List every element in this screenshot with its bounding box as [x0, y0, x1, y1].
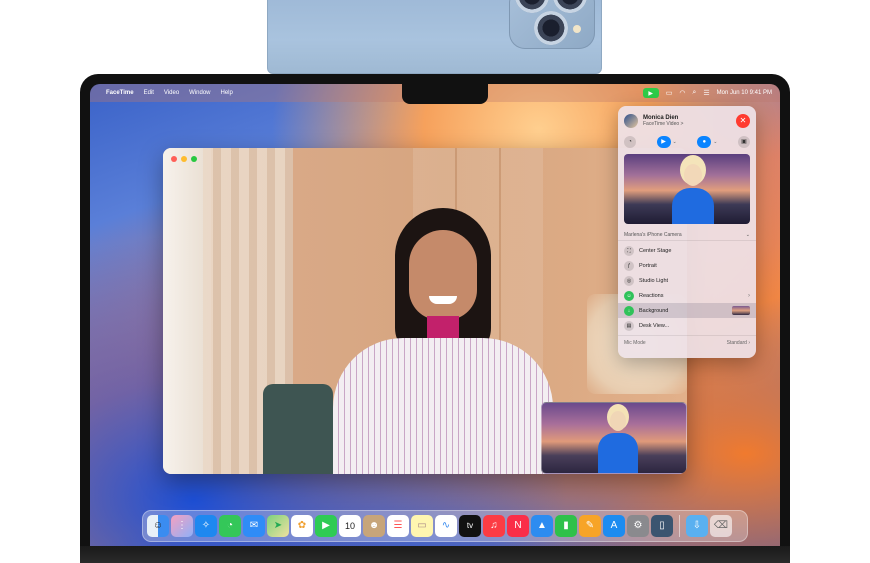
menu-video[interactable]: Video: [164, 90, 179, 96]
option-label: Studio Light: [639, 277, 669, 284]
battery-icon[interactable]: ▭: [666, 89, 673, 97]
facetime-window: [163, 148, 687, 474]
menu-app-name[interactable]: FaceTime: [106, 90, 134, 96]
menu-edit[interactable]: Edit: [144, 90, 154, 96]
numbers-icon[interactable]: ▮: [555, 515, 577, 537]
mic-mode-value: Standard: [726, 340, 747, 346]
video-toggle-button[interactable]: ▶: [656, 136, 671, 148]
portrait-icon: ƒ: [624, 260, 634, 271]
calendar-icon[interactable]: 10: [339, 515, 361, 537]
remote-participant-video: [313, 208, 573, 474]
screen-share-icon[interactable]: ▣: [738, 136, 750, 148]
background-icon: ↓: [624, 305, 634, 316]
stage: FaceTime Edit Video Window Help ▶ ▭ ◠ ⌕ …: [0, 0, 870, 563]
option-reactions[interactable]: ☺ Reactions ›: [618, 288, 756, 303]
camera-source-label: Marlena's iPhone Camera: [624, 232, 682, 238]
trash-icon[interactable]: ⌫: [710, 515, 732, 537]
iphone-mirroring-icon[interactable]: ▯: [651, 515, 673, 537]
dock-separator: [679, 515, 680, 537]
chevron-right-icon: ›: [748, 292, 750, 299]
reminders-icon[interactable]: ☰: [387, 515, 409, 537]
downloads-folder-icon[interactable]: ⇩: [686, 515, 708, 537]
option-label: Desk View...: [639, 322, 670, 329]
control-center-icon[interactable]: ☰: [703, 89, 709, 97]
messages-icon[interactable]: ◔: [219, 515, 241, 537]
camera-lens-icon: [515, 0, 549, 13]
mic-mode-label: Mic Mode: [624, 340, 646, 346]
macbook: FaceTime Edit Video Window Help ▶ ▭ ◠ ⌕ …: [80, 74, 790, 563]
notes-icon[interactable]: ▭: [411, 515, 433, 537]
flash-icon: [573, 25, 581, 33]
center-stage-icon: ⛶: [624, 245, 634, 256]
fullscreen-window-button[interactable]: [191, 156, 197, 162]
maps-icon[interactable]: ➤: [267, 515, 289, 537]
self-view-pip[interactable]: [541, 402, 687, 474]
chevron-down-icon[interactable]: ⌄: [713, 139, 717, 145]
call-type-link[interactable]: FaceTime Video >: [643, 121, 736, 127]
calendar-day: 10: [344, 521, 355, 531]
option-studio-light[interactable]: ◎ Studio Light: [618, 273, 756, 288]
option-portrait[interactable]: ƒ Portrait: [618, 258, 756, 273]
wifi-icon[interactable]: ◠: [679, 89, 685, 97]
option-label: Portrait: [639, 262, 657, 269]
window-controls: [171, 156, 197, 162]
option-label: Center Stage: [639, 247, 672, 254]
macbook-base: [80, 546, 790, 563]
camera-source-header[interactable]: Marlena's iPhone Camera ⌄: [618, 226, 756, 241]
option-background[interactable]: ↓ Background: [618, 303, 756, 318]
reactions-icon: ☺: [624, 290, 634, 301]
desk-view-icon: ▤: [624, 320, 634, 331]
screen: FaceTime Edit Video Window Help ▶ ▭ ◠ ⌕ …: [90, 84, 780, 546]
menu-window[interactable]: Window: [189, 90, 210, 96]
finder-icon[interactable]: ☺: [147, 515, 169, 537]
music-icon[interactable]: ♫: [483, 515, 505, 537]
system-settings-icon[interactable]: ⚙: [627, 515, 649, 537]
avatar: [624, 114, 638, 128]
iphone-camera-bump: [509, 0, 595, 49]
camera-lens-icon: [534, 11, 568, 45]
call-header: Monica Dien FaceTime Video > ✕: [618, 106, 756, 132]
facetime-call-panel: Monica Dien FaceTime Video > ✕ ◔ ▶ ⌄ ● ⌄: [618, 106, 756, 358]
photos-icon[interactable]: ✿: [291, 515, 313, 537]
background-thumbnail[interactable]: [732, 306, 750, 315]
keynote-icon[interactable]: ▲: [531, 515, 553, 537]
close-window-button[interactable]: [171, 156, 177, 162]
call-controls: ◔ ▶ ⌄ ● ⌄ ▣: [618, 132, 756, 152]
menu-bar-status: ▶ ▭ ◠ ⌕ ☰ Mon Jun 10 9:41 PM: [642, 88, 772, 98]
option-desk-view[interactable]: ▤ Desk View...: [618, 318, 756, 333]
chevron-down-icon[interactable]: ⌄: [673, 139, 677, 145]
dock: ☺ ⋮ ✧ ◔ ✉ ➤ ✿ ▶ 10 ☻ ☰ ▭ ∿ tv ♫ N ▲ ▮ ✎ …: [142, 510, 748, 542]
message-icon[interactable]: ◔: [624, 136, 636, 148]
tv-label: tv: [466, 521, 474, 530]
minimize-window-button[interactable]: [181, 156, 187, 162]
microphone-toggle-button[interactable]: ●: [697, 136, 712, 148]
app-store-icon[interactable]: A: [603, 515, 625, 537]
mic-mode-row[interactable]: Mic Mode Standard ›: [618, 335, 756, 350]
camera-lens-icon: [553, 0, 587, 13]
option-label: Reactions: [639, 292, 664, 299]
camera-in-use-icon[interactable]: ▶: [642, 88, 659, 98]
search-icon[interactable]: ⌕: [692, 89, 696, 97]
chevron-right-icon: ›: [748, 340, 750, 346]
launchpad-icon[interactable]: ⋮: [171, 515, 193, 537]
tv-icon[interactable]: tv: [459, 515, 481, 537]
option-label: Background: [639, 307, 669, 314]
news-icon[interactable]: N: [507, 515, 529, 537]
end-call-button[interactable]: ✕: [736, 114, 750, 128]
safari-icon[interactable]: ✧: [195, 515, 217, 537]
facetime-icon[interactable]: ▶: [315, 515, 337, 537]
studio-light-icon: ◎: [624, 275, 634, 286]
mail-icon[interactable]: ✉: [243, 515, 265, 537]
contacts-icon[interactable]: ☻: [363, 515, 385, 537]
menu-clock[interactable]: Mon Jun 10 9:41 PM: [717, 90, 772, 96]
iphone-device: [267, 0, 602, 74]
option-center-stage[interactable]: ⛶ Center Stage: [618, 243, 756, 258]
camera-preview: [624, 154, 750, 224]
pages-icon[interactable]: ✎: [579, 515, 601, 537]
menu-help[interactable]: Help: [221, 90, 233, 96]
chevron-down-icon: ⌄: [745, 232, 750, 238]
camera-notch: [402, 84, 488, 104]
freeform-icon[interactable]: ∿: [435, 515, 457, 537]
apple-logo-icon: [418, 27, 452, 61]
